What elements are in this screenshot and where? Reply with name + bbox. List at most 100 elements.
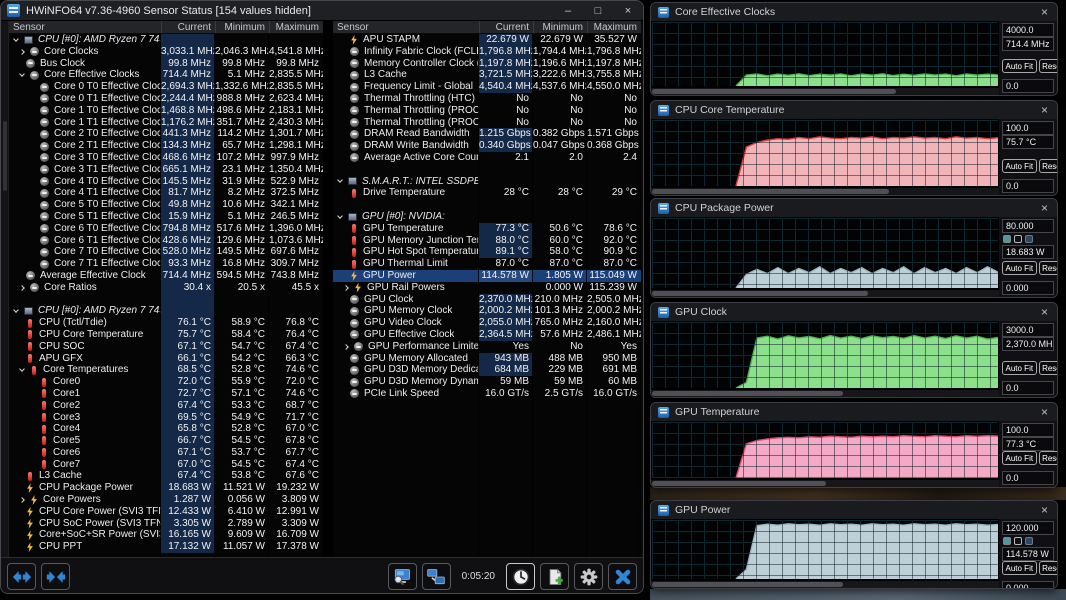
column-header-row[interactable]: Sensor Current Minimum Maximum <box>333 21 641 34</box>
sensor-row[interactable]: GPU Power114.578 W1.805 W115.049 W <box>333 270 641 282</box>
graph-min-value[interactable]: 0.000 <box>1002 281 1054 295</box>
close-button[interactable] <box>608 563 637 590</box>
color-swatch-icon[interactable] <box>1003 235 1011 243</box>
scrollbar-thumb[interactable] <box>652 582 843 587</box>
sensor-row[interactable]: Core+SoC+SR Power (SVI3 TFN)16.165 W9.60… <box>9 529 323 541</box>
sensor-row[interactable]: Core Ratios30.4 x20.5 x45.5 x <box>9 282 323 294</box>
column-header-sensor[interactable]: Sensor <box>9 21 161 33</box>
sensor-row[interactable]: Frequency Limit - Global4,540.4 MHz4,537… <box>333 81 641 93</box>
reset-button[interactable]: Reset <box>1039 159 1058 173</box>
sensor-row[interactable]: GPU Video Clock2,055.0 MHz765.0 MHz2,160… <box>333 317 641 329</box>
sensor-row[interactable]: DRAM Read Bandwidth1.215 Gbps0.382 Gbps1… <box>333 128 641 140</box>
scrollbar-thumb[interactable] <box>652 189 889 194</box>
graph-min-value[interactable]: 0.0 <box>1002 179 1054 193</box>
sensor-row[interactable]: Core369.5 °C54.9 °C71.7 °C <box>9 412 323 424</box>
column-header-row[interactable]: Sensor Current Minimum Maximum <box>9 21 323 34</box>
graph-scrollbar[interactable] <box>651 187 999 195</box>
scrollbar-thumb[interactable] <box>3 121 7 191</box>
sensor-row[interactable]: PCIe Link Speed16.0 GT/s2.5 GT/s16.0 GT/… <box>333 388 641 400</box>
sensor-row[interactable]: Core767.0 °C54.5 °C67.4 °C <box>9 459 323 471</box>
graph-min-value[interactable]: 0.0 <box>1002 381 1054 395</box>
sensor-row[interactable]: Core 5 T0 Effective Clock49.8 MHz10.6 MH… <box>9 199 323 211</box>
sensor-row[interactable]: DRAM Write Bandwidth0.340 Gbps0.047 Gbps… <box>333 140 641 152</box>
sensor-group-row[interactable]: CPU [#0]: AMD Ryzen 7 7435HS: En... <box>9 305 323 317</box>
scrollbar-thumb[interactable] <box>652 89 896 94</box>
close-window-button[interactable]: × <box>613 1 643 21</box>
scrollbar-thumb[interactable] <box>652 291 868 296</box>
sensor-row[interactable]: GPU Thermal Limit87.0 °C87.0 °C87.0 °C <box>333 258 641 270</box>
chevron-right-icon[interactable] <box>19 497 25 503</box>
settings-button[interactable] <box>574 563 603 590</box>
remote-monitor-button[interactable] <box>422 563 451 590</box>
sensor-row[interactable]: Core667.1 °C53.7 °C67.7 °C <box>9 447 323 459</box>
auto-fit-button[interactable]: Auto Fit <box>1002 361 1037 375</box>
chevron-down-icon[interactable] <box>337 178 343 184</box>
auto-fit-button[interactable]: Auto Fit <box>1002 59 1037 73</box>
graph-scrollbar[interactable] <box>651 479 999 487</box>
graph-titlebar[interactable]: CPU Core Temperature × <box>651 101 1057 119</box>
chevron-right-icon[interactable] <box>343 344 349 350</box>
chevron-right-icon[interactable] <box>343 285 349 291</box>
sensor-row[interactable]: Core 6 T1 Effective Clock428.6 MHz129.6 … <box>9 235 323 247</box>
sensor-row[interactable]: CPU Package Power18.683 W11.521 W19.232 … <box>9 482 323 494</box>
reset-button[interactable]: Reset <box>1039 561 1058 575</box>
graph-max-value[interactable]: 80.000 <box>1002 219 1054 233</box>
maximize-button[interactable]: □ <box>583 1 613 21</box>
graph-scrollbar[interactable] <box>651 289 999 297</box>
graph-min-value[interactable]: 0.0 <box>1002 471 1054 485</box>
sensor-row[interactable]: Core 1 T0 Effective Clock1,468.8 MHz498.… <box>9 105 323 117</box>
sensor-row[interactable]: GPU Memory Allocated943 MB488 MB950 MB <box>333 353 641 365</box>
graph-max-value[interactable]: 100.0 <box>1002 423 1054 437</box>
sensor-row[interactable]: Bus Clock99.8 MHz99.8 MHz99.8 MHz <box>9 58 323 70</box>
sensor-row[interactable]: Core 4 T1 Effective Clock81.7 MHz8.2 MHz… <box>9 187 323 199</box>
scrollbar-thumb[interactable] <box>652 481 826 486</box>
logging-button[interactable] <box>540 563 569 590</box>
chevron-down-icon[interactable] <box>19 366 25 372</box>
close-icon[interactable]: × <box>1039 199 1050 217</box>
sensor-row[interactable]: CPU Core Temperature75.7 °C58.4 °C76.4 °… <box>9 329 323 341</box>
sensor-row[interactable]: GPU Memory Junction Temperature88.0 °C60… <box>333 235 641 247</box>
sensor-row[interactable]: Core 7 T0 Effective Clock528.0 MHz149.5 … <box>9 246 323 258</box>
graph-scrollbar[interactable] <box>651 87 999 95</box>
graph-titlebar[interactable]: GPU Power × <box>651 501 1057 519</box>
sensor-row[interactable]: GPU Rail Powers0.000 W115.239 W <box>333 282 641 294</box>
sensor-row[interactable]: Core 3 T1 Effective Clock665.1 MHz23.1 M… <box>9 164 323 176</box>
color-swatch-icon[interactable] <box>1014 537 1022 545</box>
sensor-row[interactable]: Core 7 T1 Effective Clock93.3 MHz16.8 MH… <box>9 258 323 270</box>
sensor-row[interactable]: Average Active Core Count2.12.02.4 <box>333 152 641 164</box>
graph-scrollbar[interactable] <box>651 580 999 588</box>
reset-clock-button[interactable] <box>506 563 535 590</box>
column-header-maximum[interactable]: Maximum <box>587 21 641 33</box>
close-icon[interactable]: × <box>1039 101 1050 119</box>
expand-all-button[interactable] <box>7 563 36 590</box>
column-header-minimum[interactable]: Minimum <box>533 21 587 33</box>
reset-button[interactable]: Reset <box>1039 451 1058 465</box>
reset-button[interactable]: Reset <box>1039 361 1058 375</box>
graph-max-value[interactable]: 100.0 <box>1002 121 1054 135</box>
graph-max-value[interactable]: 3000.0 <box>1002 323 1054 337</box>
close-icon[interactable]: × <box>1039 403 1050 421</box>
sensor-group-row[interactable]: GPU [#0]: NVIDIA: <box>333 211 641 223</box>
chevron-right-icon[interactable] <box>19 285 25 291</box>
sensor-row[interactable]: CPU SOC67.1 °C54.7 °C67.4 °C <box>9 341 323 353</box>
sensor-row[interactable]: Core 0 T0 Effective Clock2,694.3 MHz1,33… <box>9 81 323 93</box>
auto-fit-button[interactable]: Auto Fit <box>1002 561 1037 575</box>
sensor-row[interactable]: Core267.4 °C53.3 °C68.7 °C <box>9 400 323 412</box>
column-header-sensor[interactable]: Sensor <box>333 21 479 33</box>
system-summary-button[interactable] <box>388 563 417 590</box>
collapse-all-button[interactable] <box>41 563 70 590</box>
color-swatch-icon[interactable] <box>1014 235 1022 243</box>
sensor-row[interactable]: Drive Temperature28 °C28 °C29 °C <box>333 187 641 199</box>
sensor-row[interactable]: GPU Clock2,370.0 MHz210.0 MHz2,505.0 MHz <box>333 294 641 306</box>
sensor-row[interactable]: L3 Cache3,721.5 MHz3,222.6 MHz3,755.8 MH… <box>333 69 641 81</box>
auto-fit-button[interactable]: Auto Fit <box>1002 261 1037 275</box>
sensor-group-row[interactable]: CPU [#0]: AMD Ryzen 7 7435HS <box>9 34 323 46</box>
sensor-row[interactable]: CPU SoC Power (SVI3 TFN)3.305 W2.789 W3.… <box>9 518 323 530</box>
sensor-row[interactable]: Core Effective Clocks714.4 MHz5.1 MHz2,8… <box>9 69 323 81</box>
sensor-row[interactable]: L3 Cache67.4 °C53.8 °C67.6 °C <box>9 470 323 482</box>
sensor-row[interactable]: Core566.7 °C54.5 °C67.8 °C <box>9 435 323 447</box>
graph-scrollbar[interactable] <box>651 389 999 397</box>
sensor-row[interactable]: GPU Performance LimitersYesNoYes <box>333 341 641 353</box>
column-header-current[interactable]: Current <box>479 21 533 33</box>
chevron-down-icon[interactable] <box>13 307 19 313</box>
